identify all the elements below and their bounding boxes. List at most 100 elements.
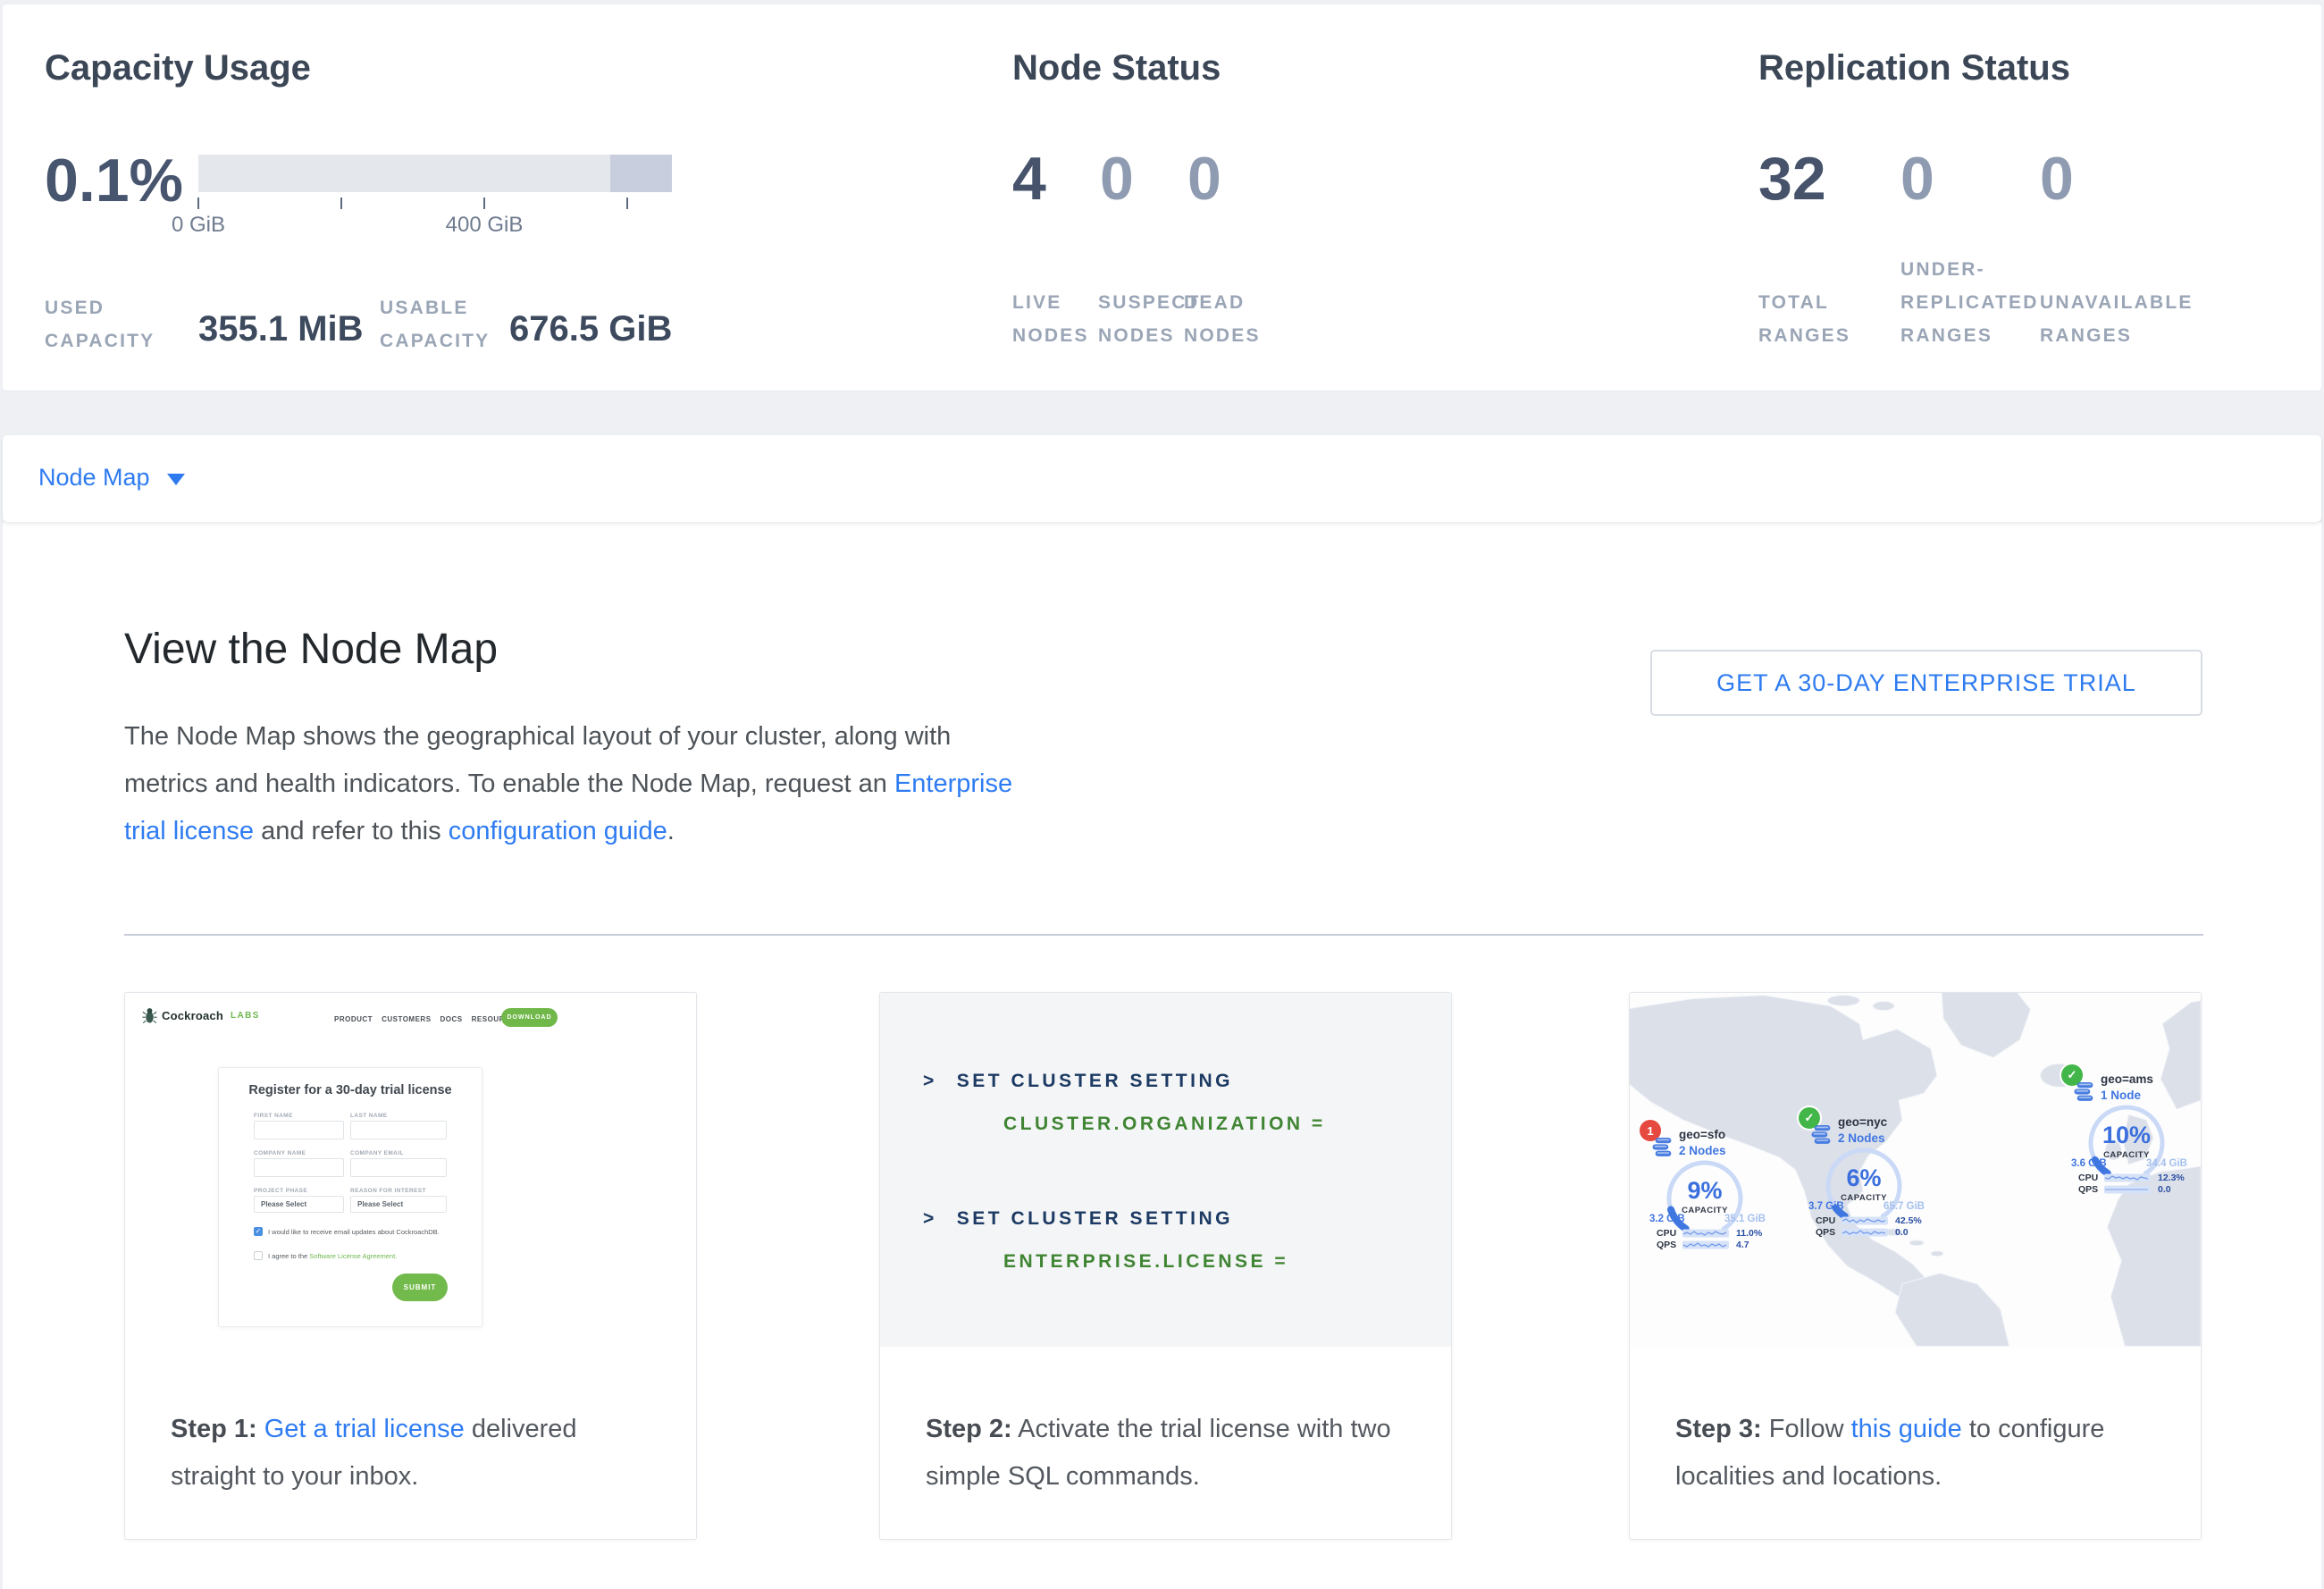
cpu-metric: CPU 42.5%: [1816, 1215, 1930, 1226]
chevron-down-icon[interactable]: [167, 474, 185, 485]
map-location-ams: ✓ geo=ams 1 Node 10% CAPACITY 3.6 GiB 34…: [2059, 1064, 2193, 1194]
step-3-card: 1 geo=sfo 2 Nodes 9% CAPACITY 3.2 GiB 35…: [1629, 992, 2202, 1540]
nav-customers: CUSTOMERS: [382, 1015, 431, 1023]
cpu-metric: CPU 12.3%: [2078, 1173, 2193, 1183]
map-location-nyc: ✓ geo=nyc 2 Nodes 6% CAPACITY 3.7 GiB 65…: [1796, 1107, 1930, 1237]
capacity-used: 3.7 GiB: [1808, 1201, 1844, 1212]
capacity-used: 3.2 GiB: [1649, 1214, 1685, 1224]
usable-capacity-label: USABLE CAPACITY: [380, 291, 490, 357]
license-agreement-checkbox-row: I agree to the Software License Agreemen…: [254, 1251, 459, 1260]
form-title: Register for a 30-day trial license: [219, 1083, 482, 1097]
unavailable-ranges-label: UNAVAILABLE RANGES: [2040, 286, 2194, 352]
node-status-title: Node Status: [1012, 50, 1221, 86]
nav-product: PRODUCT: [334, 1015, 373, 1023]
company-email-field: [350, 1158, 447, 1177]
get-trial-license-link[interactable]: Get a trial license: [264, 1415, 465, 1443]
suspect-nodes-count: 0: [1100, 148, 1134, 209]
first-name-label: FIRST NAME: [254, 1113, 293, 1119]
node-map-description: The Node Map shows the geographical layo…: [124, 713, 1022, 855]
qps-metric: QPS 4.7: [1657, 1240, 1771, 1250]
capacity-used: 3.6 GiB: [2071, 1158, 2107, 1169]
node-map-selector[interactable]: [3, 435, 2321, 522]
locality-name: geo=ams: [2101, 1072, 2153, 1086]
cpu-sparkline: [2104, 1173, 2151, 1182]
trial-license-form: Register for a 30-day trial license FIRS…: [218, 1067, 482, 1327]
capacity-percent-value: 6%: [1819, 1166, 1909, 1190]
capacity-tick: [626, 198, 628, 209]
locality-name: geo=sfo: [1679, 1128, 1725, 1141]
sql-code-block: >SET CLUSTER SETTING CLUSTER.ORGANIZATIO…: [880, 993, 1451, 1347]
capacity-tick-label-400: 400 GiB: [422, 213, 547, 238]
checkbox-empty-icon: [254, 1251, 263, 1260]
capacity-total: 35.1 GiB: [1724, 1214, 1766, 1224]
project-phase-label: PROJECT PHASE: [254, 1188, 307, 1194]
project-phase-select: Please Select: [254, 1196, 344, 1213]
dead-nodes-label: DEAD NODES: [1184, 286, 1261, 352]
cluster-overview-page: Capacity Usage 0.1% 0 GiB 400 GiB USED C…: [0, 0, 2324, 1589]
step-3-caption: Step 3: Follow this guide to configure l…: [1675, 1406, 2171, 1501]
step-2-card: >SET CLUSTER SETTING CLUSTER.ORGANIZATIO…: [879, 992, 1452, 1540]
get-enterprise-trial-button[interactable]: GET A 30-DAY ENTERPRISE TRIAL: [1650, 650, 2202, 716]
sql-line-3: >SET CLUSTER SETTING: [923, 1209, 1233, 1228]
usable-capacity-value: 676.5 GiB: [509, 311, 672, 347]
capacity-total: 34.4 GiB: [2146, 1158, 2187, 1169]
reason-select: Please Select: [350, 1196, 447, 1213]
download-button: DOWNLOAD: [501, 1008, 558, 1027]
live-nodes-label: LIVE NODES: [1012, 286, 1089, 352]
used-capacity-value: 355.1 MiB: [198, 311, 364, 347]
used-capacity-label: USED CAPACITY: [45, 291, 155, 357]
sql-line-4: ENTERPRISE.LICENSE =: [1003, 1252, 1288, 1271]
capacity-tick-label-0: 0 GiB: [136, 213, 261, 238]
cpu-sparkline: [1842, 1216, 1888, 1225]
first-name-field: [254, 1121, 344, 1139]
under-replicated-label: UNDER- REPLICATED RANGES: [1900, 253, 2039, 352]
unavailable-ranges-count: 0: [2040, 148, 2074, 209]
capacity-tick: [340, 198, 342, 209]
sql-line-1: >SET CLUSTER SETTING: [923, 1072, 1233, 1090]
company-name-field: [254, 1158, 344, 1177]
this-guide-link[interactable]: this guide: [1851, 1415, 1962, 1443]
qps-sparkline: [1682, 1240, 1729, 1249]
qps-metric: QPS 0.0: [2078, 1184, 2193, 1195]
qps-sparkline: [1842, 1228, 1888, 1237]
dead-nodes-count: 0: [1187, 148, 1221, 209]
node-map-selector-label[interactable]: Node Map: [38, 466, 150, 490]
capacity-percent-value: 10%: [2082, 1123, 2171, 1148]
qps-metric: QPS 0.0: [1816, 1227, 1930, 1238]
total-ranges-count: 32: [1758, 148, 1826, 209]
checkbox-checked-icon: ✓: [254, 1227, 263, 1236]
step-1-card: CockroachLABS PRODUCT CUSTOMERS DOCS RES…: [124, 992, 697, 1540]
company-name-label: COMPANY NAME: [254, 1150, 306, 1156]
capacity-tick: [483, 198, 485, 209]
step-1-caption: Step 1: Get a trial license delivered st…: [171, 1406, 667, 1501]
page-title: View the Node Map: [124, 628, 498, 671]
total-ranges-label: TOTAL RANGES: [1758, 286, 1850, 352]
company-email-label: COMPANY EMAIL: [350, 1150, 404, 1156]
capacity-tick: [197, 198, 199, 209]
cockroach-labs-logo: CockroachLABS: [142, 1007, 260, 1024]
capacity-usage-title: Capacity Usage: [45, 50, 311, 86]
cpu-metric: CPU 11.0%: [1657, 1228, 1771, 1239]
qps-sparkline: [2104, 1185, 2151, 1194]
locality-name: geo=nyc: [1838, 1115, 1887, 1129]
step-2-caption: Step 2: Activate the trial license with …: [926, 1406, 1422, 1501]
node-map-thumbnail: 1 geo=sfo 2 Nodes 9% CAPACITY 3.2 GiB 35…: [1630, 993, 2201, 1347]
submit-button: SUBMIT: [392, 1274, 448, 1301]
email-updates-checkbox-row: ✓ I would like to receive email updates …: [254, 1227, 459, 1236]
sql-line-2: CLUSTER.ORGANIZATION =: [1003, 1114, 1326, 1133]
last-name-label: LAST NAME: [350, 1113, 388, 1119]
reason-label: REASON FOR INTEREST: [350, 1188, 426, 1194]
map-location-sfo: 1 geo=sfo 2 Nodes 9% CAPACITY 3.2 GiB 35…: [1637, 1120, 1771, 1249]
under-replicated-count: 0: [1900, 148, 1934, 209]
roach-icon: [142, 1007, 157, 1024]
configuration-guide-link[interactable]: configuration guide: [449, 817, 667, 845]
capacity-percent-value: 9%: [1660, 1179, 1749, 1203]
last-name-field: [350, 1121, 447, 1139]
replication-status-title: Replication Status: [1758, 50, 2070, 86]
cpu-sparkline: [1682, 1229, 1729, 1238]
live-nodes-count: 4: [1012, 148, 1046, 209]
capacity-percent: 0.1%: [45, 150, 183, 211]
capacity-bar-end-segment: [610, 155, 672, 192]
nav-docs: DOCS: [440, 1015, 463, 1023]
section-divider: [124, 934, 2203, 936]
